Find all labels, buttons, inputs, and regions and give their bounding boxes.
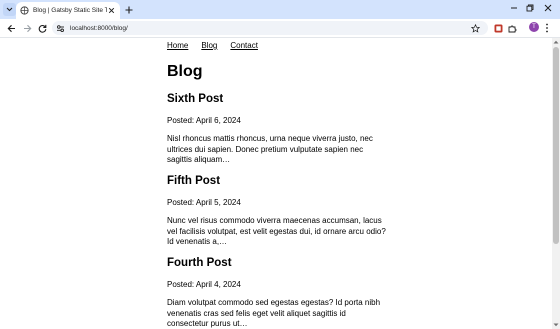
page-title: Blog [167,63,203,80]
url-text: localhost:8000/blog/ [70,24,128,32]
scrollbar-thumb[interactable] [553,47,559,244]
post-title[interactable]: Fifth Post [167,175,220,187]
nav-link-blog[interactable]: Blog [201,41,217,50]
post-title[interactable]: Fourth Post [167,257,232,269]
nav-link-contact[interactable]: Contact [230,41,258,50]
minimize-icon [511,7,517,9]
post-excerpt: Nunc vel risus commodo viverra maecenas … [167,216,386,246]
close-tab-icon[interactable] [107,6,116,15]
nav-link-home[interactable]: Home [167,41,188,50]
close-icon [544,4,552,12]
browser-menu-button[interactable] [541,22,553,34]
page-viewport: Home Blog Contact Blog Sixth Post Posted… [0,38,552,329]
extension-button[interactable] [492,22,504,34]
puzzle-icon [508,25,516,32]
tab-favicon-icon [20,6,29,15]
site-nav: Home Blog Contact [167,41,258,50]
restore-icon [526,4,534,12]
close-window-button[interactable] [540,2,556,14]
scroll-up-arrow-icon[interactable] [552,38,560,46]
post-date: Posted: April 6, 2024 [167,116,241,125]
vertical-scrollbar[interactable] [552,38,560,329]
minimize-button[interactable] [506,2,522,14]
extension-app-icon [494,24,502,32]
profile-avatar[interactable]: T [529,22,539,32]
post-date: Posted: April 4, 2024 [167,280,241,289]
plus-icon [125,6,132,13]
address-bar[interactable]: localhost:8000/blog/ [52,21,488,35]
tab-strip: Blog | Gatsby Static Site Tutorial [0,0,560,19]
post-title[interactable]: Sixth Post [167,93,223,105]
browser-tab[interactable]: Blog | Gatsby Static Site Tutorial [16,2,120,19]
back-button[interactable] [5,22,17,34]
arrow-left-icon [7,24,15,32]
scroll-down-arrow-icon[interactable] [552,321,560,329]
tab-search-button[interactable] [3,3,16,16]
post-excerpt: Nisl rhoncus mattis rhoncus, urna neque … [167,134,373,164]
forward-button[interactable] [21,22,33,34]
reload-icon [38,24,46,33]
extensions-menu-button[interactable] [506,22,518,34]
new-tab-button[interactable] [123,4,134,15]
more-vertical-icon [546,23,548,33]
site-info-icon[interactable] [56,24,65,33]
post-excerpt: Diam volutpat commodo sed egestas egesta… [167,298,381,328]
reload-button[interactable] [36,22,48,34]
tab-title: Blog | Gatsby Static Site Tutorial [33,7,107,14]
chevron-down-icon [6,7,13,12]
bookmark-star-icon[interactable] [470,23,480,33]
arrow-right-icon [23,24,31,32]
restore-button[interactable] [522,2,538,14]
browser-toolbar: localhost:8000/blog/ [0,19,560,37]
post-date: Posted: April 5, 2024 [167,198,241,207]
